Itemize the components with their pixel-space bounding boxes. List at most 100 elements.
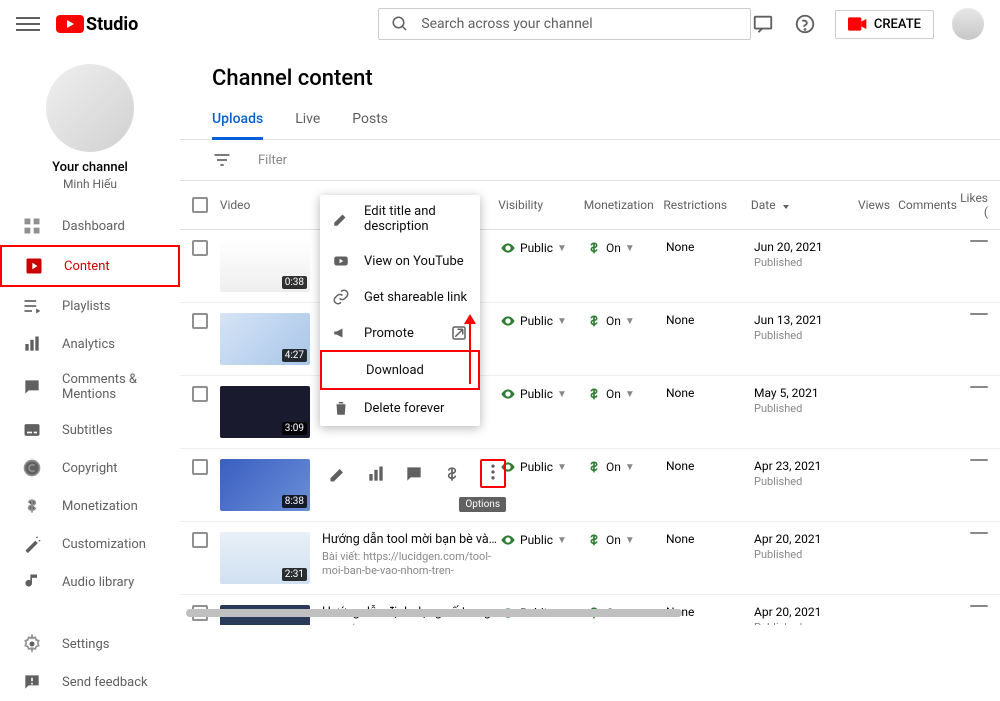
- visibility-cell[interactable]: Public ▼: [500, 532, 586, 548]
- comments-icon: [22, 377, 42, 397]
- create-button[interactable]: CREATE: [835, 10, 934, 39]
- chevron-down-icon: ▼: [557, 243, 567, 254]
- menu-toggle[interactable]: [16, 12, 40, 36]
- monetization-cell[interactable]: On ▼: [586, 459, 666, 475]
- search-input[interactable]: Search across your channel: [378, 8, 751, 40]
- table-row[interactable]: Public ▼ On ▼ None Jun 13, 2021Published: [180, 303, 1000, 376]
- chevron-down-icon: ▼: [625, 389, 635, 400]
- sidebar-item-content[interactable]: Content: [0, 245, 180, 287]
- sidebar-item-subtitles[interactable]: Subtitles: [0, 411, 180, 449]
- sidebar-item-playlists[interactable]: Playlists: [0, 287, 180, 325]
- date-cell: Apr 20, 2021Published: [754, 532, 846, 561]
- date-cell: Apr 23, 2021Published: [754, 459, 846, 488]
- video-thumbnail[interactable]: [220, 459, 310, 511]
- table-row[interactable]: Public ▼ On ▼ None Jun 20, 2021Published: [180, 230, 1000, 303]
- video-thumbnail[interactable]: [220, 313, 310, 365]
- monetization-cell[interactable]: On ▼: [586, 532, 666, 548]
- row-checkbox[interactable]: [192, 313, 208, 329]
- col-date[interactable]: Date: [751, 198, 842, 212]
- menu-promote[interactable]: Promote: [320, 315, 480, 351]
- filter-icon: [212, 150, 232, 170]
- channel-block[interactable]: Your channel Minh Hiếu: [0, 56, 180, 207]
- video-thumbnail[interactable]: [220, 240, 310, 292]
- date-cell: May 5, 2021Published: [754, 386, 846, 415]
- col-views[interactable]: Views: [842, 198, 890, 212]
- video-description: Bài viết: https://lucidgen.com/tool-moi-…: [322, 550, 500, 578]
- sidebar-item-dashboard[interactable]: Dashboard: [0, 207, 180, 245]
- search-placeholder: Search across your channel: [421, 16, 592, 32]
- horizontal-scrollbar[interactable]: [186, 609, 986, 617]
- col-visibility[interactable]: Visibility: [498, 198, 584, 212]
- context-menu: Edit title and description View on YouTu…: [320, 195, 480, 426]
- eye-icon: [500, 532, 516, 548]
- feedback-icon: [22, 672, 42, 692]
- table-row[interactable]: Hướng dẫn tool mời bạn bè vào nhóm ... B…: [180, 522, 1000, 595]
- logo-text: Studio: [86, 14, 138, 35]
- menu-view[interactable]: View on YouTube: [320, 243, 480, 279]
- tab-uploads[interactable]: Uploads: [212, 103, 263, 139]
- menu-delete[interactable]: Delete forever: [320, 390, 480, 426]
- row-checkbox[interactable]: [192, 386, 208, 402]
- col-comments[interactable]: Comments: [890, 198, 952, 212]
- content-icon: [24, 256, 44, 276]
- col-likes[interactable]: Likes (: [952, 191, 988, 219]
- col-restrictions[interactable]: Restrictions: [663, 198, 751, 212]
- dollar-icon[interactable]: [442, 464, 462, 484]
- sidebar-item-audio[interactable]: Audio library: [0, 563, 180, 601]
- sidebar-item-monetization[interactable]: Monetization: [0, 487, 180, 525]
- chevron-down-icon: ▼: [625, 316, 635, 327]
- visibility-cell[interactable]: Public ▼: [500, 240, 586, 256]
- tab-posts[interactable]: Posts: [352, 103, 388, 139]
- monetization-cell[interactable]: On ▼: [586, 313, 666, 329]
- row-checkbox[interactable]: [192, 532, 208, 548]
- more-options-button[interactable]: [480, 459, 506, 488]
- chevron-down-icon: ▼: [625, 462, 635, 473]
- menu-download[interactable]: Download: [320, 350, 480, 390]
- col-monetization[interactable]: Monetization: [584, 198, 664, 212]
- monetization-cell[interactable]: On ▼: [586, 386, 666, 402]
- sort-down-icon: [780, 199, 792, 211]
- gear-icon: [22, 634, 42, 654]
- edit-icon[interactable]: [328, 464, 348, 484]
- account-avatar[interactable]: [952, 8, 984, 40]
- restrictions-cell: None: [666, 386, 754, 400]
- dollar-circle-icon: [586, 313, 602, 329]
- monetization-cell[interactable]: On ▼: [586, 240, 666, 256]
- chevron-down-icon: ▼: [625, 535, 635, 546]
- analytics-icon[interactable]: [366, 464, 386, 484]
- video-thumbnail[interactable]: [220, 532, 310, 584]
- restrictions-cell: None: [666, 240, 754, 254]
- chevron-down-icon: ▼: [557, 462, 567, 473]
- table-row[interactable]: Options Public ▼ On ▼ None Apr 23, 2021P…: [180, 449, 1000, 522]
- visibility-cell[interactable]: Public ▼: [500, 386, 586, 402]
- video-title: Hướng dẫn tool mời bạn bè vào nhóm ...: [322, 532, 500, 547]
- page-title: Channel content: [180, 48, 1000, 103]
- table-row[interactable]: Public ▼ On ▼ None May 5, 2021Published: [180, 376, 1000, 449]
- menu-edit[interactable]: Edit title and description: [320, 195, 480, 243]
- select-all-checkbox[interactable]: [192, 197, 208, 213]
- analytics-icon: [22, 334, 42, 354]
- sidebar-item-copyright[interactable]: Copyright: [0, 449, 180, 487]
- menu-share[interactable]: Get shareable link: [320, 279, 480, 315]
- filter-label: Filter: [258, 153, 287, 168]
- logo[interactable]: Studio: [56, 14, 138, 35]
- row-checkbox[interactable]: [192, 459, 208, 475]
- video-thumbnail[interactable]: [220, 386, 310, 438]
- header: Studio Search across your channel CREATE: [0, 0, 1000, 48]
- sidebar-item-customization[interactable]: Customization: [0, 525, 180, 563]
- help-icon[interactable]: [793, 12, 817, 36]
- sidebar-item-settings[interactable]: Settings: [0, 625, 180, 663]
- dollar-circle-icon: [586, 240, 602, 256]
- youtube-icon: [332, 252, 350, 270]
- tab-live[interactable]: Live: [295, 103, 320, 139]
- filter-bar[interactable]: Filter: [180, 140, 1000, 181]
- dollar-circle-icon: [586, 386, 602, 402]
- comments-icon[interactable]: [404, 464, 424, 484]
- visibility-cell[interactable]: Public ▼: [500, 459, 586, 475]
- sidebar-item-comments[interactable]: Comments & Mentions: [0, 363, 180, 411]
- sidebar-item-analytics[interactable]: Analytics: [0, 325, 180, 363]
- row-checkbox[interactable]: [192, 240, 208, 256]
- visibility-cell[interactable]: Public ▼: [500, 313, 586, 329]
- sidebar-item-feedback[interactable]: Send feedback: [0, 663, 180, 701]
- chat-icon[interactable]: [751, 12, 775, 36]
